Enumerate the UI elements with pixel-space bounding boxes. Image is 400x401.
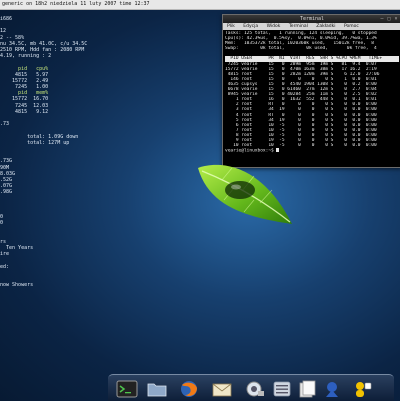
folder-icon[interactable] [146, 379, 168, 399]
top-output-line: 15772 vearie 15 0 470m 163m 38m S 17 16.… [225, 66, 377, 72]
top-panel: generic on 18h2 niedziela 11 luty 2007 t… [0, 0, 400, 10]
messenger-icon[interactable] [351, 379, 373, 399]
dock-bar [108, 374, 394, 401]
terminal-menubar: Plik Edycja Widok Terminal Zakładki Pomo… [223, 23, 400, 30]
text-cursor [276, 148, 280, 153]
terminal-output[interactable]: Tasks: 125 total, 1 running, 124 sleepin… [223, 30, 400, 154]
top-output-line: 4 root RT 0 0 0 0 S 0 0.0 0:00 [225, 112, 377, 118]
close-icon[interactable]: × [393, 16, 399, 22]
terminal-titlebar[interactable]: Terminal – □ × [223, 15, 400, 23]
menu-pomoc[interactable]: Pomoc [344, 24, 359, 29]
conky-line: now Showers [0, 282, 34, 289]
leaf-logo [198, 164, 292, 224]
list-icon[interactable] [271, 379, 293, 399]
chat-icon[interactable] [321, 379, 343, 399]
firefox-icon[interactable] [178, 379, 200, 399]
terminal-icon[interactable] [116, 379, 138, 399]
terminal-title: Terminal [299, 16, 325, 22]
top-output-line: 3 root 34 19 0 0 0 S 0 0.0 0:00 [225, 107, 377, 113]
documents-icon[interactable] [296, 379, 318, 399]
menu-plik[interactable]: Plik [227, 24, 235, 29]
menu-widok[interactable]: Widok [267, 24, 281, 29]
menu-edycja[interactable]: Edycja [243, 24, 258, 29]
image-viewer-icon[interactable] [244, 379, 266, 399]
terminal-window[interactable]: Terminal – □ × Plik Edycja Widok Termina… [222, 14, 400, 168]
menu-zakladki[interactable]: Zakładki [316, 24, 335, 29]
top-column-header: PID USER PR NI VIRT RES SHR S %CPU %MEM … [225, 56, 399, 62]
shell-prompt: vearie@linuxbox:~$ [225, 148, 277, 154]
conky-system-monitor: i686 12 2 -- 58% nu 34.5C, mb 41.0C, c/u 34… [0, 16, 95, 289]
maximize-icon[interactable]: □ [386, 16, 392, 22]
minimize-icon[interactable]: – [379, 16, 385, 22]
top-output-line: 5 root 34 19 0 0 0 S 0 0.0 0:00 [225, 117, 377, 123]
shell-prompt-line[interactable]: vearie@linuxbox:~$ [225, 148, 399, 153]
top-output-line: 7245 vearie 15 0 289m 95m 19m S 81 9.4 0… [225, 61, 377, 67]
mail-icon[interactable] [211, 379, 233, 399]
top-output-line: Swap: 0k total, 0k used, 0k free, 4 [225, 46, 377, 52]
panel-status-text: generic on 18h2 niedziela 11 luty 2007 t… [2, 1, 150, 7]
menu-terminal[interactable]: Terminal [289, 24, 308, 29]
